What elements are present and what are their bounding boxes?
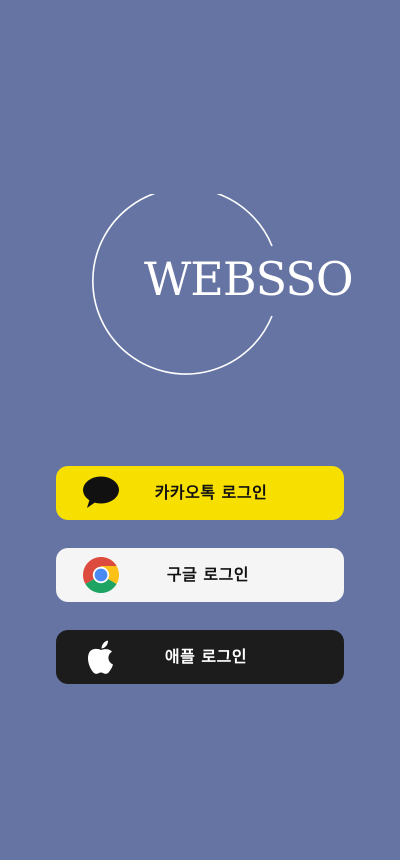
apple-login-label: 애플 로그인	[164, 647, 248, 666]
google-login-label: 구글 로그인	[166, 565, 250, 584]
google-login-button[interactable]: 구글 로그인	[56, 548, 344, 602]
app-logo: WEBSSO	[86, 194, 354, 386]
login-options: 카카오톡 로그인 구글 로그인 애플 로그인	[56, 466, 344, 712]
kakao-login-button[interactable]: 카카오톡 로그인	[56, 466, 344, 520]
logo-wordmark: WEBSSO	[144, 252, 354, 306]
kakao-login-label: 카카오톡 로그인	[154, 483, 268, 502]
apple-login-button[interactable]: 애플 로그인	[56, 630, 344, 684]
